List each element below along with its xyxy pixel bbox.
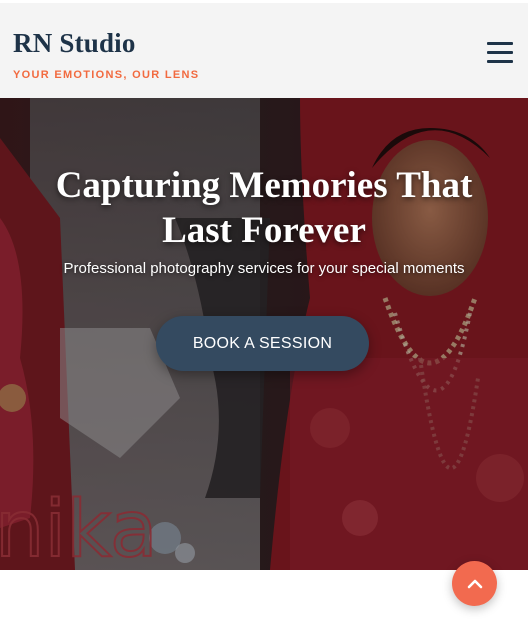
brand[interactable]: RN Studio YOUR EMOTIONS, OUR LENS (13, 27, 199, 81)
menu-bar-top (487, 42, 513, 45)
menu-bar-middle (487, 51, 513, 54)
chevron-up-icon (467, 579, 482, 588)
hero-subtitle: Professional photography services for yo… (63, 260, 465, 277)
brand-tagline: YOUR EMOTIONS, OUR LENS (13, 69, 200, 81)
brand-name[interactable]: RN Studio (13, 27, 199, 59)
scroll-to-top-button[interactable] (452, 561, 497, 606)
hamburger-menu-icon[interactable] (487, 42, 513, 64)
hero-title: Capturing Memories That Last Forever (55, 164, 473, 251)
book-session-button[interactable]: BOOK A SESSION (156, 316, 369, 371)
hero-section: nika Capturing Memories That Last Foreve… (0, 98, 528, 570)
menu-bar-bottom (487, 60, 513, 63)
site-header: RN Studio YOUR EMOTIONS, OUR LENS (0, 0, 528, 98)
